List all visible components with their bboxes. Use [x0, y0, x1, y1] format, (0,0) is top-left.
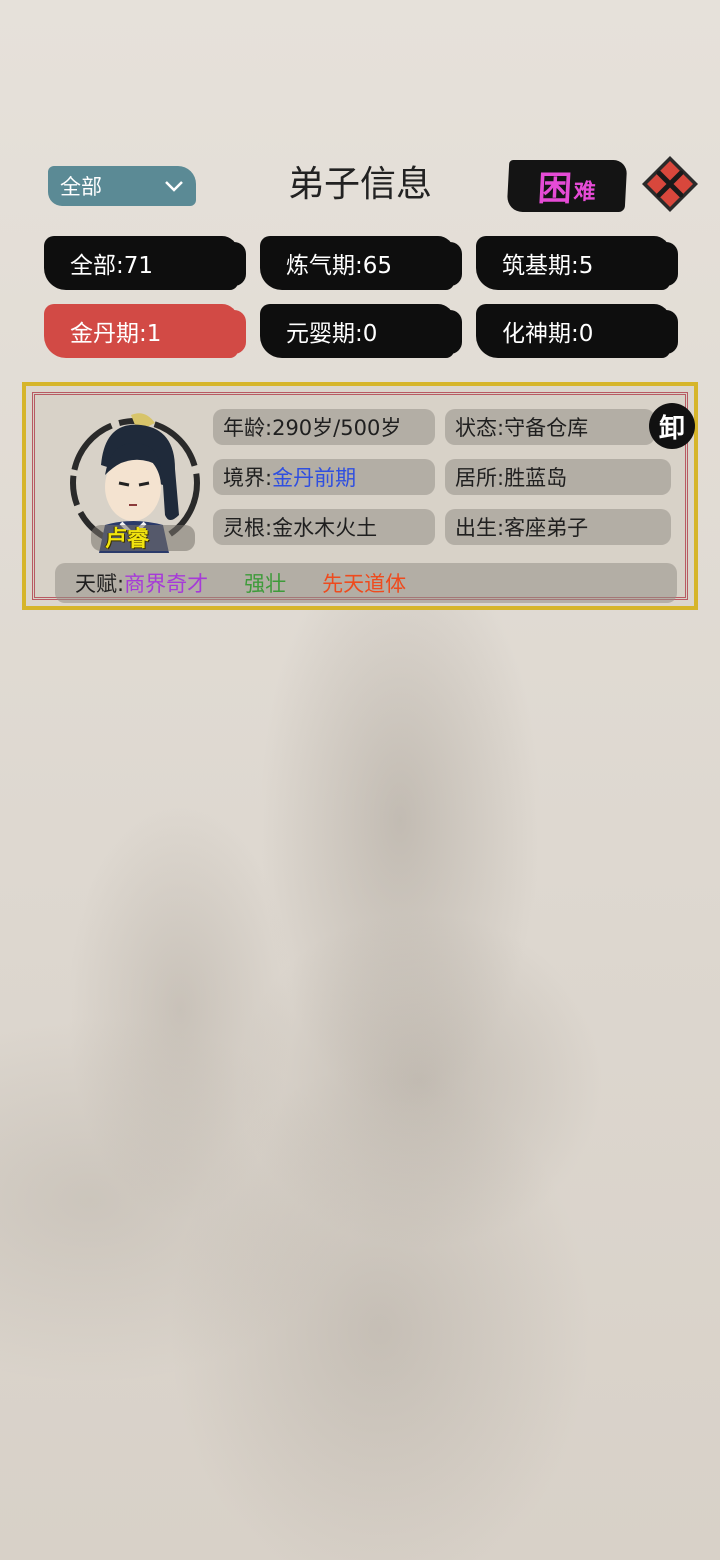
status-label: 状态: [455, 416, 505, 440]
status-field: 状态: 守备仓库 [445, 409, 655, 445]
age-label: 年龄: [223, 416, 273, 440]
realm-value: 金丹前期 [272, 466, 357, 490]
difficulty-sub: 难 [572, 180, 597, 205]
seal-text: 卸 [658, 413, 685, 444]
origin-label: 出生: [455, 516, 505, 540]
tab-label: 化神期:0 [502, 321, 594, 347]
tab-spirit-severing[interactable]: 化神期:0 [476, 304, 678, 358]
tab-label: 筑基期:5 [502, 253, 594, 279]
card-frame: 卢睿 年龄: 290岁/500岁 状态: 守备仓库 卸 境界: 金丹前期 居所:… [32, 392, 695, 603]
difficulty-badge: 困 难 [506, 160, 628, 212]
spirit-root-label: 灵根: [223, 516, 273, 540]
difficulty-main: 困 [536, 169, 573, 209]
tab-golden-core[interactable]: 金丹期:1 [44, 304, 246, 358]
talent-label: 天赋: [75, 572, 125, 596]
residence-value: 胜蓝岛 [504, 466, 568, 490]
spirit-root-field: 灵根: 金水木火土 [213, 509, 435, 545]
tab-foundation[interactable]: 筑基期:5 [476, 236, 678, 290]
tab-all[interactable]: 全部:71 [44, 236, 246, 290]
page-title: 弟子信息 [287, 164, 432, 205]
spirit-root-value: 金水木火土 [272, 516, 378, 540]
realm-field: 境界: 金丹前期 [213, 459, 435, 495]
origin-value: 客座弟子 [504, 516, 589, 540]
age-field: 年龄: 290岁/500岁 [213, 409, 435, 445]
talent-item: 商界奇才 [124, 572, 209, 596]
disciple-card[interactable]: 卢睿 年龄: 290岁/500岁 状态: 守备仓库 卸 境界: 金丹前期 居所:… [22, 382, 698, 610]
status-value: 守备仓库 [504, 416, 589, 440]
disciple-name: 卢睿 [105, 527, 150, 552]
talent-field: 天赋: 商界奇才 强壮 先天道体 [55, 563, 677, 603]
residence-field: 居所: 胜蓝岛 [445, 459, 671, 495]
chevron-down-icon [165, 181, 183, 192]
realm-label: 境界: [223, 466, 273, 490]
close-icon[interactable] [640, 154, 700, 214]
filter-value: 全部 [60, 175, 102, 199]
tab-nascent-soul[interactable]: 元婴期:0 [260, 304, 462, 358]
tab-label: 全部:71 [70, 253, 154, 279]
ink-landscape-background [0, 0, 720, 1560]
origin-field: 出生: 客座弟子 [445, 509, 671, 545]
talent-item: 先天道体 [322, 572, 407, 596]
tab-label: 炼气期:65 [286, 253, 393, 279]
realm-filter-dropdown[interactable]: 全部 [48, 166, 196, 206]
tab-qi-refining[interactable]: 炼气期:65 [260, 236, 462, 290]
tab-label: 元婴期:0 [286, 321, 378, 347]
tab-label: 金丹期:1 [70, 321, 162, 347]
age-value: 290岁/500岁 [272, 416, 402, 440]
residence-label: 居所: [455, 466, 505, 490]
disciple-name-tag: 卢睿 [91, 525, 195, 552]
talent-item: 强壮 [244, 572, 287, 596]
dismiss-seal-button[interactable]: 卸 [649, 403, 695, 449]
